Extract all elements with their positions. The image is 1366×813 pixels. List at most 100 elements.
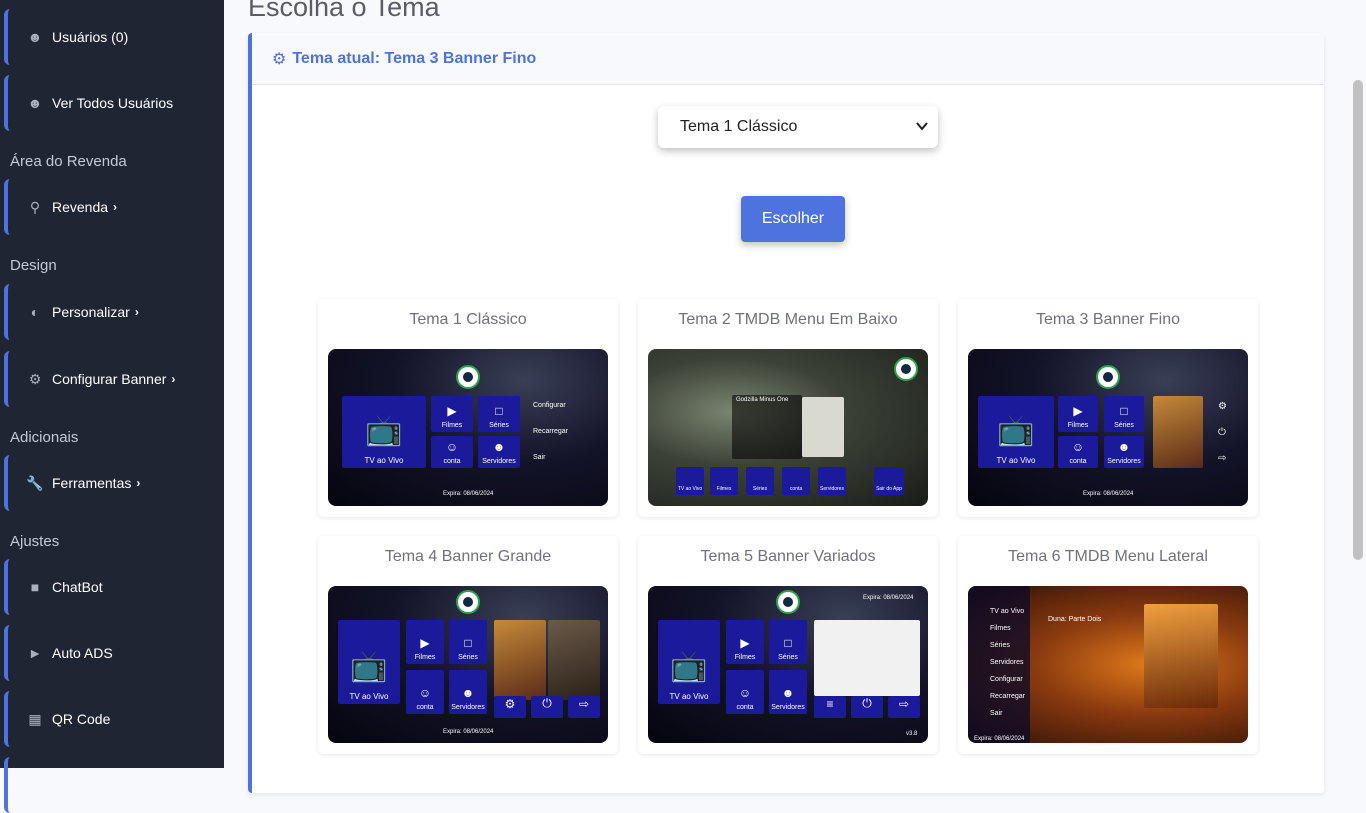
section-heading-revenda: Área do Revenda [10, 153, 127, 170]
sidebar-item-revenda[interactable]: ⚲ Revenda › [4, 179, 214, 235]
logo-icon [456, 365, 480, 389]
sair-app-tile: Sair do App [874, 467, 904, 495]
escolher-button[interactable]: Escolher [741, 196, 845, 242]
info-panel [732, 395, 802, 459]
menu-series: Séries [990, 642, 1010, 649]
sidebar-item-partial[interactable] [4, 757, 214, 813]
theme-name: Tema 5 Banner Variados [700, 548, 876, 565]
conta-tile: ☺ conta [431, 436, 473, 468]
sidebar-item-configurar-banner[interactable]: ⚙ Configurar Banner › [4, 351, 214, 407]
expira-text: Expira: 08/06/2024 [443, 491, 494, 497]
chevron-right-icon: › [134, 305, 139, 319]
servidores-tile: ☻ Servidores [1104, 436, 1144, 468]
play-icon: ▶ [447, 404, 457, 418]
expira-text: Expira: 08/06/2024 [863, 595, 914, 601]
tarot-poster [548, 620, 600, 700]
menu-filmes: Filmes [990, 625, 1011, 632]
wrench-icon: 🔧 [26, 474, 44, 491]
conta-tile: conta [782, 467, 810, 495]
theme-card-6[interactable]: Tema 6 TMDB Menu Lateral TV ao Vivo Film… [958, 536, 1258, 754]
sidebar-item-qr-code[interactable]: ▦ QR Code [4, 691, 214, 747]
conta-tile: ☺ conta [1058, 436, 1098, 468]
clapper-icon: □ [1120, 404, 1128, 418]
expira-text: Expira: 08/06/2024 [443, 729, 494, 735]
kong-poster [494, 620, 546, 700]
users-icon: ☻ [461, 686, 475, 700]
theme-name: Tema 3 Banner Fino [1035, 311, 1181, 328]
theme-preview-image: 📺 TV ao Vivo ▶ Filmes □ Séries ☺ conta ☻ Serv… [328, 349, 608, 506]
sliders-icon: ≡ [826, 697, 834, 711]
sidebar-item-ferramentas[interactable]: 🔧 Ferramentas › [4, 455, 214, 511]
version-text: v3.8 [906, 731, 918, 737]
theme-card-4[interactable]: Tema 4 Banner Grande 📺 TV ao Vivo ▶ Filmes… [318, 536, 618, 754]
sidebar-item-label: ChatBot [52, 579, 103, 595]
card-header: ⚙ Tema atual: Tema 3 Banner Fino [252, 33, 1324, 85]
exit-icon: ⇨ [1218, 453, 1227, 464]
tv-icon: 📺 [670, 650, 708, 683]
filmes-tile: ▶ Filmes [726, 620, 764, 664]
power-icon: ⏻ [1218, 427, 1226, 438]
chevron-down-icon [916, 122, 928, 131]
theme-card-1[interactable]: Tema 1 Clássico 📺 TV ao Vivo ▶ Filmes □ Sér… [318, 299, 618, 517]
sidebar-item-label: Ferramentas [52, 475, 132, 491]
menu-tv: TV ao Vivo [990, 608, 1025, 615]
dune-title: Duna: Parte Dois [1048, 616, 1102, 623]
recarregar-option: Recarregar [533, 428, 569, 435]
sidebar-item-label: Revenda [52, 199, 109, 215]
theme-card-3[interactable]: Tema 3 Banner Fino 📺 TV ao Vivo ▶ Filmes □… [958, 299, 1258, 517]
power-icon: ⏻ [862, 696, 872, 710]
cogs-icon: ⚙ [272, 50, 287, 68]
chevron-right-icon: › [136, 476, 141, 490]
theme-card-5[interactable]: Tema 5 Banner Variados Expira: 08/06/202… [638, 536, 938, 754]
gear-tile: ⚙ [494, 696, 526, 718]
sidebar-item-label: Configurar Banner [52, 371, 167, 387]
theme-select[interactable]: Tema 1 Clássico [658, 106, 938, 148]
sair-option: Sair [533, 454, 546, 461]
sidebar-item-label: Auto ADS [52, 645, 113, 661]
exit-icon: ⇨ [578, 697, 590, 711]
tv-icon: 📺 [997, 414, 1035, 447]
conta-tile: ☺ conta [726, 670, 764, 714]
users-icon: ☻ [492, 440, 506, 454]
clapper-icon: □ [784, 636, 792, 650]
sidebar-item-ver-todos[interactable]: ☻ Ver Todos Usuários [4, 75, 214, 131]
power-tile: ⏻ [531, 696, 563, 718]
tv-icon: 📺 [350, 650, 388, 683]
page-title: Escolha o Tema [248, 0, 440, 22]
logo-icon [776, 590, 800, 614]
scrollbar[interactable] [1353, 80, 1363, 560]
person-icon: ☺ [418, 686, 432, 700]
section-heading-design: Design [10, 257, 57, 274]
menu-configurar: Configurar [990, 676, 1023, 683]
youtube-panel [814, 620, 920, 696]
servidores-tile: ☻ Servidores [449, 670, 487, 714]
tv-tile: 📺 TV ao Vivo [978, 396, 1054, 468]
theme-card-2[interactable]: Tema 2 TMDB Menu Em Baixo Godzilla Minus… [638, 299, 938, 517]
tv-icon: 📺 [365, 414, 403, 447]
menu-recarregar: Recarregar [990, 693, 1026, 700]
series-tile: □ Séries [478, 396, 520, 432]
sidebar-item-personalizar[interactable]: ◐ Personalizar › [4, 284, 214, 340]
person-icon: ☺ [1071, 440, 1085, 454]
series-tile: □ Séries [1104, 396, 1144, 432]
configurar-option: Configurar [533, 402, 566, 409]
sidebar-item-usuarios[interactable]: ☻ Usuários (0) [4, 9, 214, 65]
sidebar-item-label: QR Code [52, 711, 111, 727]
search-icon: ⚲ [29, 198, 41, 215]
play-icon: ▶ [420, 636, 430, 650]
theme-preview-image: 📺 TV ao Vivo ▶ Filmes □ Séries ☺ conta ☻ Serv… [328, 586, 608, 743]
current-theme-label: Tema atual: Tema 3 Banner Fino [292, 49, 537, 67]
gear-icon: ⚙ [504, 697, 516, 711]
user-plus-icon: ☻ [27, 29, 43, 45]
filmes-tile: ▶ Filmes [1058, 396, 1098, 432]
theme-preview-image: Expira: 08/06/2024 📺 TV ao Vivo ▶ Filmes □… [648, 586, 928, 743]
megaphone-icon: ► [28, 645, 42, 661]
chevron-right-icon: › [171, 372, 176, 386]
play-icon: ▶ [1073, 404, 1083, 418]
dune-poster [1144, 604, 1218, 708]
filmes-tile: Filmes [710, 467, 738, 495]
users-icon: ☻ [1117, 440, 1131, 454]
sidebar-item-auto-ads[interactable]: ► Auto ADS [4, 625, 214, 681]
servidores-tile: ☻ Servidores [478, 436, 520, 468]
sidebar-item-chatbot[interactable]: ■ ChatBot [4, 559, 214, 615]
